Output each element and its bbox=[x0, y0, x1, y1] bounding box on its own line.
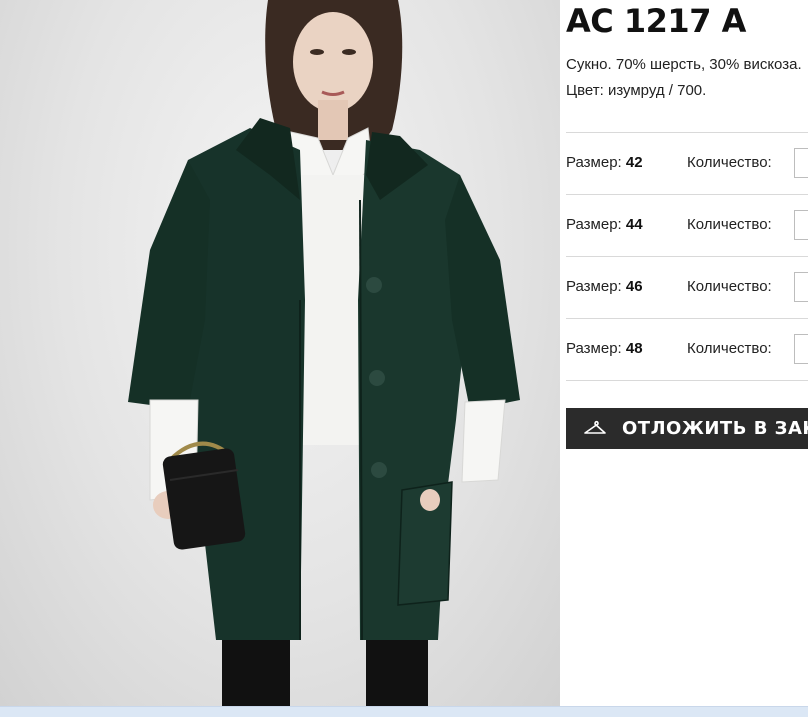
quantity-input-44[interactable] bbox=[794, 210, 808, 240]
size-caption: Размер: bbox=[566, 340, 626, 357]
quantity-input-42[interactable] bbox=[794, 148, 808, 178]
reserve-button-label: ОТЛОЖИТЬ В ЗАКАЗ bbox=[622, 418, 808, 439]
product-material: Сукно. 70% шерсть, 30% вискоза. bbox=[566, 56, 802, 73]
size-label: Размер: 42 bbox=[566, 154, 643, 171]
quantity-label: Количество: bbox=[687, 216, 772, 233]
product-page: AC 1217 A Сукно. 70% шерсть, 30% вискоза… bbox=[0, 0, 808, 717]
quantity-label: Количество: bbox=[687, 340, 772, 357]
size-value: 46 bbox=[625, 278, 643, 295]
size-label: Размер: 46 bbox=[566, 278, 643, 295]
size-caption: Размер: bbox=[566, 216, 626, 233]
product-photo bbox=[0, 0, 560, 706]
product-description: Сукно. 70% шерсть, 30% вискоза. Цвет: из… bbox=[566, 52, 802, 104]
size-value: 42 bbox=[625, 154, 643, 171]
quantity-label: Количество: bbox=[687, 278, 772, 295]
size-label: Размер: 44 bbox=[566, 216, 643, 233]
reserve-to-order-button[interactable]: ОТЛОЖИТЬ В ЗАКАЗ bbox=[566, 408, 808, 449]
size-value: 44 bbox=[625, 216, 643, 233]
size-caption: Размер: bbox=[566, 154, 626, 171]
size-value: 48 bbox=[625, 340, 643, 357]
product-color: Цвет: изумруд / 700. bbox=[566, 82, 707, 99]
quantity-input-48[interactable] bbox=[794, 334, 808, 364]
size-row-48: Размер: 48 Количество: bbox=[566, 319, 808, 381]
hanger-icon bbox=[583, 418, 607, 438]
size-row-46: Размер: 46 Количество: bbox=[566, 257, 808, 319]
size-label: Размер: 48 bbox=[566, 340, 643, 357]
size-row-44: Размер: 44 Количество: bbox=[566, 195, 808, 257]
model-illustration bbox=[128, 0, 520, 706]
size-quantity-list: Размер: 42 Количество: Размер: 44 Количе… bbox=[566, 132, 808, 381]
quantity-label: Количество: bbox=[687, 154, 772, 171]
window-bottom-strip bbox=[0, 706, 808, 717]
size-row-42: Размер: 42 Количество: bbox=[566, 133, 808, 195]
product-title: AC 1217 A bbox=[566, 2, 746, 40]
quantity-input-46[interactable] bbox=[794, 272, 808, 302]
size-caption: Размер: bbox=[566, 278, 626, 295]
